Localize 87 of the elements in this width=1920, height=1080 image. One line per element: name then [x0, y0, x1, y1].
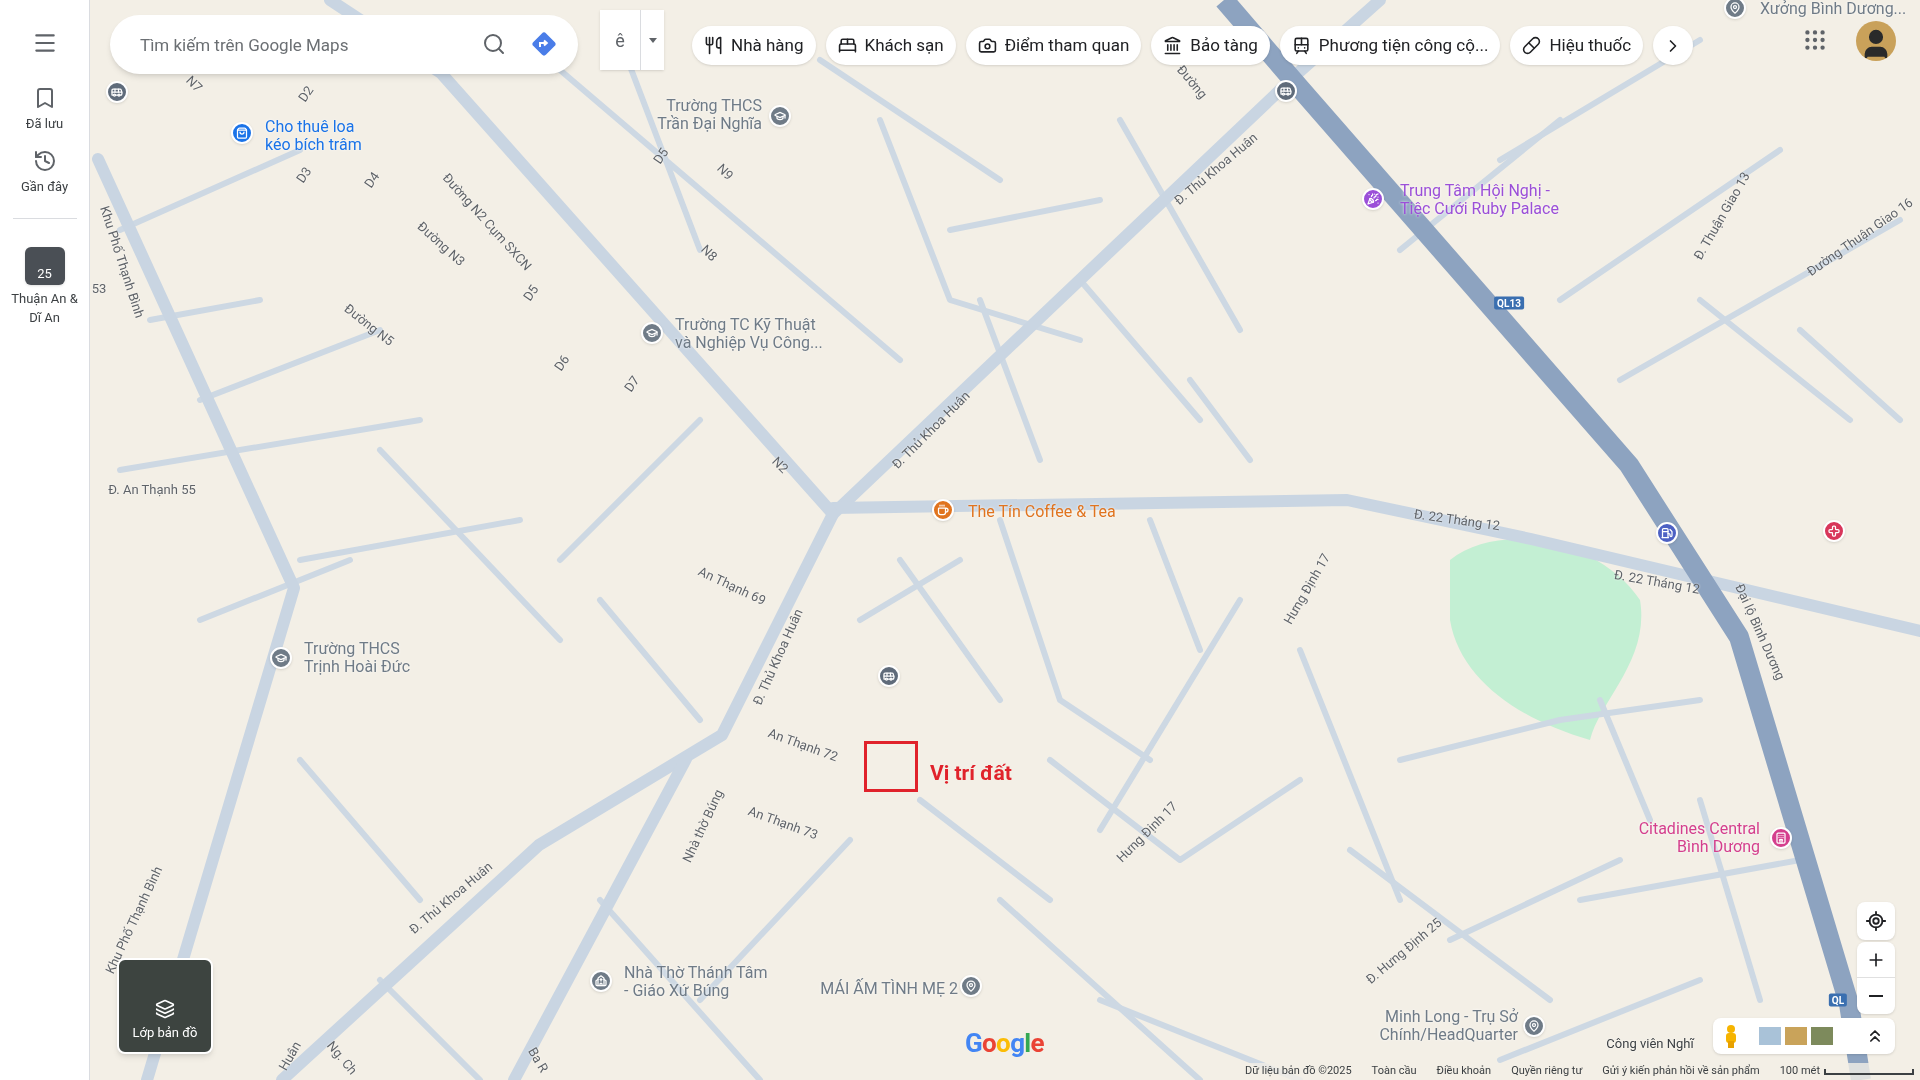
- category-chip[interactable]: Phương tiện công cộ...: [1279, 26, 1501, 65]
- layers-icon: [155, 998, 175, 1019]
- minus-icon: [1869, 995, 1883, 997]
- road-label: Ng. Ch: [322, 1037, 362, 1080]
- place-label[interactable]: Minh Long - Trụ Sở Chính/HeadQuarter: [1379, 1008, 1518, 1044]
- road-label: Đ. An Thạnh 55: [108, 481, 196, 500]
- place-label[interactable]: Trường THCS Trịnh Hoài Đức: [304, 640, 410, 676]
- road-label: N8: [697, 240, 722, 266]
- category-icon: [837, 36, 857, 55]
- category-icon: [704, 36, 723, 55]
- category-chip[interactable]: Khách sạn: [825, 26, 956, 65]
- shop-pin-icon[interactable]: [231, 122, 253, 144]
- road-label: Công viên Nghĩ: [1606, 1035, 1694, 1054]
- road-label: An Thạnh 73: [745, 802, 821, 845]
- category-icon: [1291, 36, 1311, 55]
- route-badge: QL13: [1494, 296, 1524, 310]
- road-label: Đ. 22 Tháng 12: [1412, 505, 1502, 536]
- category-icon: [1163, 36, 1183, 55]
- road-label: D5: [519, 281, 543, 306]
- my-location-button[interactable]: [1857, 902, 1895, 940]
- place-label[interactable]: Trường TC Kỹ Thuật và Nghiệp Vụ Công...: [675, 316, 823, 352]
- transit-thumbnail[interactable]: [1785, 1027, 1807, 1045]
- school-pin-icon[interactable]: [270, 647, 292, 669]
- place-pin-icon[interactable]: [960, 975, 982, 997]
- google-logo: Google: [965, 1027, 1044, 1060]
- bus-pin-icon[interactable]: [1275, 80, 1297, 102]
- place-label[interactable]: Xưởng Bình Dương...: [1760, 0, 1907, 18]
- road-label: D4: [360, 168, 384, 193]
- bus-pin-icon[interactable]: [106, 81, 128, 103]
- road-label: D3: [292, 163, 316, 188]
- bus-pin-icon[interactable]: [878, 665, 900, 687]
- school-pin-icon[interactable]: [641, 322, 663, 344]
- search-field[interactable]: Tìm kiếm trên Google Maps: [110, 15, 578, 74]
- road-label: N9: [713, 159, 738, 185]
- input-tool-button[interactable]: ê: [600, 10, 664, 70]
- category-chip[interactable]: Hiệu thuốc: [1510, 26, 1644, 65]
- road-label: Đại lộ Bình Dương: [1731, 580, 1790, 684]
- area-thumbnail[interactable]: 25: [24, 247, 65, 285]
- locate-icon: [1865, 910, 1887, 932]
- sidebar-label[interactable]: Gần đây: [4, 177, 85, 196]
- road-label: Đ. Thủ Khoa Huân: [748, 605, 807, 709]
- avatar[interactable]: [1856, 21, 1896, 61]
- place-label[interactable]: Citadines Central Bình Dương: [1638, 820, 1760, 856]
- hospital-pin-icon[interactable]: [1823, 520, 1845, 542]
- road-label: D2: [294, 82, 318, 107]
- road-label: D7: [620, 372, 644, 397]
- place-label[interactable]: MÁI ẤM TÌNH MẸ 2: [820, 980, 958, 998]
- road-label: N7: [182, 71, 207, 97]
- footer-link[interactable]: Điều khoản: [1436, 1063, 1492, 1080]
- footer-link[interactable]: Gửi ý kiến phản hồi về sản phẩm: [1602, 1063, 1760, 1080]
- history-icon[interactable]: [32, 149, 57, 173]
- footer-link[interactable]: Quyền riêng tư: [1511, 1063, 1583, 1080]
- road-label: 53: [91, 280, 107, 299]
- footer-link[interactable]: Toàn cầu: [1371, 1063, 1417, 1080]
- road-label: Nhà thờ Búng: [678, 786, 728, 866]
- road-label: Ba R: [524, 1043, 553, 1077]
- category-icon: [1522, 36, 1542, 55]
- footer-link[interactable]: Dữ liệu bản đồ ©2025: [1244, 1063, 1352, 1080]
- sidebar-label[interactable]: Đã lưu: [4, 114, 85, 133]
- road-label: N2: [768, 452, 793, 478]
- road-label: D5: [649, 144, 673, 169]
- sidebar-label[interactable]: Thuận An & Dĩ An: [4, 289, 85, 327]
- church-pin-icon[interactable]: [590, 970, 612, 992]
- category-chip[interactable]: Bảo tàng: [1151, 26, 1270, 65]
- school-pin-icon[interactable]: [769, 105, 791, 127]
- apps-icon[interactable]: [1802, 27, 1828, 53]
- place-pin-icon[interactable]: [1724, 0, 1746, 19]
- terrain-thumbnail[interactable]: [1759, 1027, 1781, 1045]
- place-pin-icon[interactable]: [1523, 1015, 1545, 1037]
- road-label: An Thạnh 72: [765, 724, 841, 767]
- hotel-pin-icon[interactable]: [1770, 827, 1792, 849]
- search-icon[interactable]: [482, 32, 506, 56]
- location-label: Vị trí đất: [930, 760, 1012, 787]
- cafe-pin-icon[interactable]: [932, 499, 954, 521]
- route-badge: QL: [1828, 993, 1848, 1007]
- scale-label: 100 mét: [1779, 1063, 1820, 1080]
- category-chip[interactable]: Điểm tham quan: [965, 26, 1142, 65]
- satellite-thumbnail[interactable]: [1811, 1027, 1833, 1045]
- place-label[interactable]: Nhà Thờ Thánh Tâm - Giáo Xứ Búng: [624, 964, 768, 1000]
- road-label: D6: [550, 351, 574, 376]
- road-label: Đ. 22 Tháng 12: [1612, 565, 1702, 599]
- location-frame: [864, 741, 918, 792]
- place-label[interactable]: Cho thuê loa kéo bích trâm: [265, 118, 362, 154]
- category-chip[interactable]: Nhà hàng: [692, 26, 816, 65]
- category-icon: [977, 36, 997, 55]
- place-label[interactable]: Trường THCS Trần Đại Nghĩa: [657, 97, 762, 133]
- venue-pin-icon[interactable]: [1362, 188, 1384, 210]
